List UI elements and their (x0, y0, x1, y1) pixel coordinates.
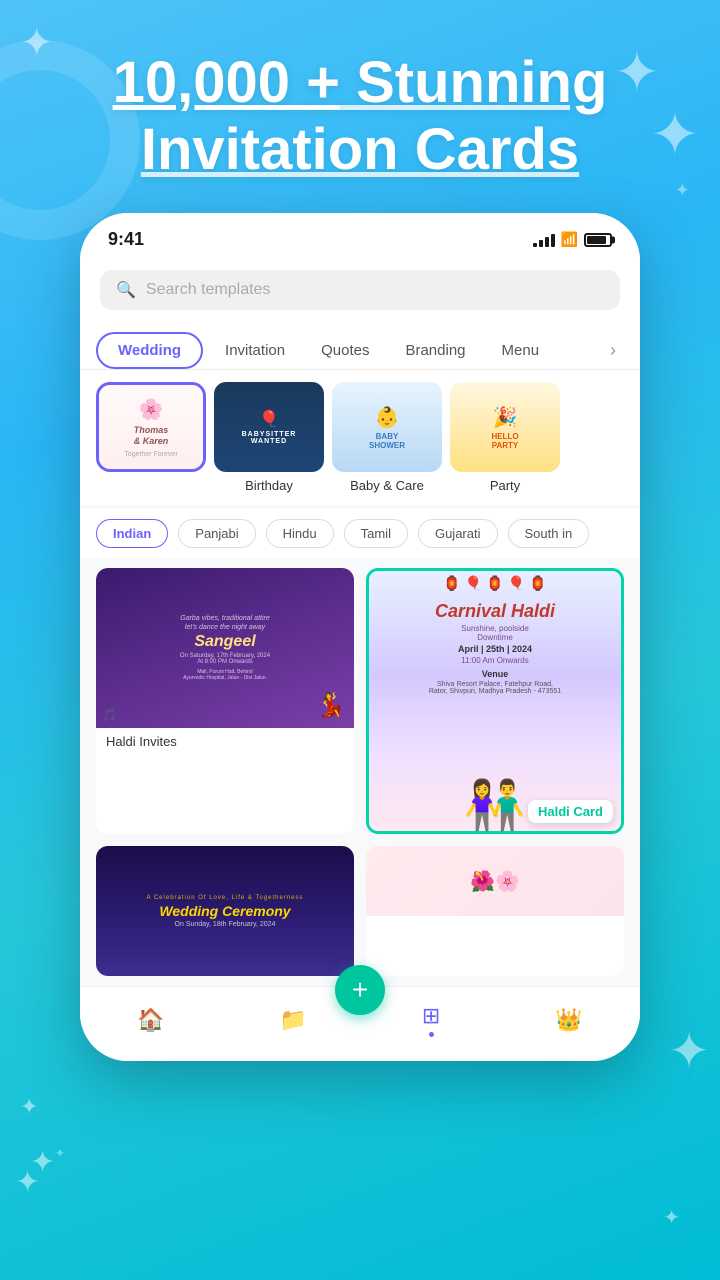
carnival-date: April | 25th | 2024 (458, 644, 532, 654)
category-party[interactable]: 🎉 HELLOPARTY Party (450, 382, 560, 493)
sparkle-icon: ✦ (55, 1146, 65, 1160)
party-icon: 🎉 (493, 405, 518, 430)
tab-wedding[interactable]: Wedding (96, 332, 203, 369)
search-icon: 🔍 (116, 280, 136, 300)
couple-icon: 👫 (464, 781, 526, 831)
grid-icon: ⊞ (422, 1003, 440, 1029)
filter-panjabi[interactable]: Panjabi (178, 519, 255, 548)
filter-gujarati[interactable]: Gujarati (418, 519, 498, 548)
status-time: 9:41 (108, 229, 144, 250)
carnival-subtitle: Sunshine, poolsideDowntime (461, 624, 529, 642)
tab-branding[interactable]: Branding (387, 332, 483, 369)
category-baby-label: Baby & Care (350, 478, 424, 493)
nav-grid[interactable]: ⊞ (406, 999, 456, 1041)
plus-icon: + (352, 974, 368, 1006)
party-inv-visual: 🎉 HELLOPARTY (450, 382, 560, 472)
category-party-image: 🎉 HELLOPARTY (450, 382, 560, 472)
category-birthday-label: Birthday (245, 478, 293, 493)
home-icon: 🏠 (137, 1007, 164, 1033)
flowers-icon: 🌺🌸 (470, 869, 520, 894)
haldi-invites-image: Garba vibes, traditional attire let's da… (96, 568, 354, 728)
filter-indian[interactable]: Indian (96, 519, 168, 548)
haldi-invites-label: Haldi Invites (96, 728, 354, 755)
categories-section: 🌸 Thomas& Karen Together Forever 🎈 BABYS… (80, 370, 640, 505)
tabs-section: Wedding Invitation Quotes Branding Menu … (80, 324, 640, 370)
hero-title-line2: Invitation Cards (141, 117, 579, 182)
wedding2-tagline: A Celebration Of Love, Life & Togetherne… (147, 895, 304, 901)
carnival-venue-label: Venue (482, 669, 509, 679)
filter-section: Indian Panjabi Hindu Tamil Gujarati Sout… (80, 509, 640, 558)
wifi-icon: 📶 (561, 231, 578, 248)
category-baby-image: 👶 BABYSHOWER (332, 382, 442, 472)
carnival-time: 11:00 Am Onwards (461, 656, 528, 665)
wedding2-title: Wedding Ceremony (159, 903, 290, 919)
category-party-label: Party (490, 478, 520, 493)
folder-icon: 📁 (280, 1007, 307, 1033)
hero-title-line1: 10,000 + Stunning (113, 50, 608, 115)
haldi-card-badge: Haldi Card (528, 800, 613, 823)
sparkle-icon: ✦ (663, 1205, 680, 1230)
bottom-partial-card[interactable]: 🌺🌸 (366, 846, 624, 976)
search-bar[interactable]: 🔍 Search templates (100, 270, 620, 310)
nav-home[interactable]: 🏠 (121, 1003, 180, 1037)
balloon-icon: 🎈 (259, 409, 279, 429)
battery-icon (584, 233, 612, 247)
wedding-inv-visual: 🌸 Thomas& Karen Together Forever (99, 385, 203, 469)
category-birthday[interactable]: 🎈 BABYSITTERWANTED Birthday (214, 382, 324, 493)
cards-section: Garba vibes, traditional attire let's da… (80, 558, 640, 986)
carnival-venue: Shiva Resort Palace, Fatehpur Road,Rator… (429, 681, 561, 695)
status-icons: 📶 (533, 231, 612, 248)
haldi-event-name: Sangeel (194, 633, 255, 651)
carnival-haldi-image: 🏮 🎈 🏮 🎈 🏮 Carnival Haldi Sunshine, pools… (369, 571, 621, 831)
flowers-icon: 🌸 (139, 397, 164, 422)
phone-frame: 9:41 📶 🔍 S (80, 213, 640, 1061)
tabs-scroll: Wedding Invitation Quotes Branding Menu … (80, 332, 640, 369)
fab-button[interactable]: + (335, 965, 385, 1015)
sparkle-icon: ✦ (15, 1165, 40, 1200)
category-wedding-image: 🌸 Thomas& Karen Together Forever (96, 382, 206, 472)
wedding-ceremony-card[interactable]: A Celebration Of Love, Life & Togetherne… (96, 846, 354, 976)
hero-title: 10,000 + Stunning Invitation Cards (40, 50, 680, 183)
sparkle-icon: ✦ (20, 1094, 38, 1120)
carnival-haldi-card[interactable]: 🏮 🎈 🏮 🎈 🏮 Carnival Haldi Sunshine, pools… (366, 568, 624, 834)
haldi-invites-card[interactable]: Garba vibes, traditional attire let's da… (96, 568, 354, 834)
category-birthday-image: 🎈 BABYSITTERWANTED (214, 382, 324, 472)
sparkle-icon: ✦ (30, 1145, 55, 1180)
hero-highlight: 10,000 + (113, 50, 340, 115)
birthday-inv-visual: 🎈 BABYSITTERWANTED (214, 382, 324, 472)
phone-mockup: 9:41 📶 🔍 S (0, 213, 720, 1061)
search-section: 🔍 Search templates (80, 258, 640, 324)
crown-icon: 👑 (555, 1007, 582, 1033)
tab-menu[interactable]: Menu (484, 332, 558, 369)
search-placeholder: Search templates (146, 281, 271, 299)
bottom-partial-image: 🌺🌸 (366, 846, 624, 916)
bottom-nav: + 🏠 📁 ⊞ 👑 (80, 986, 640, 1061)
hero-section: 10,000 + Stunning Invitation Cards (0, 0, 720, 203)
phone-screen: 9:41 📶 🔍 S (80, 213, 640, 1061)
tab-invitation[interactable]: Invitation (207, 332, 303, 369)
carnival-title: Carnival Haldi (435, 601, 555, 622)
signal-icon (533, 233, 555, 247)
status-bar: 9:41 📶 (80, 213, 640, 258)
music-icon: 🎵 (102, 708, 117, 722)
nav-folder[interactable]: 📁 (264, 1003, 323, 1037)
woman-dance-icon: 💃 (316, 691, 346, 720)
category-baby[interactable]: 👶 BABYSHOWER Baby & Care (332, 382, 442, 493)
filter-tamil[interactable]: Tamil (344, 519, 408, 548)
wedding2-date: On Sunday, 18th February, 2024 (175, 921, 276, 928)
filter-hindu[interactable]: Hindu (266, 519, 334, 548)
filter-south[interactable]: South in (508, 519, 590, 548)
nav-crown[interactable]: 👑 (539, 1003, 598, 1037)
wedding-ceremony-image: A Celebration Of Love, Life & Togetherne… (96, 846, 354, 976)
active-indicator (429, 1032, 434, 1037)
tabs-chevron-icon[interactable]: › (602, 340, 624, 361)
category-wedding[interactable]: 🌸 Thomas& Karen Together Forever (96, 382, 206, 493)
tab-quotes[interactable]: Quotes (303, 332, 387, 369)
baby-inv-visual: 👶 BABYSHOWER (332, 382, 442, 472)
baby-icon: 👶 (375, 405, 400, 430)
